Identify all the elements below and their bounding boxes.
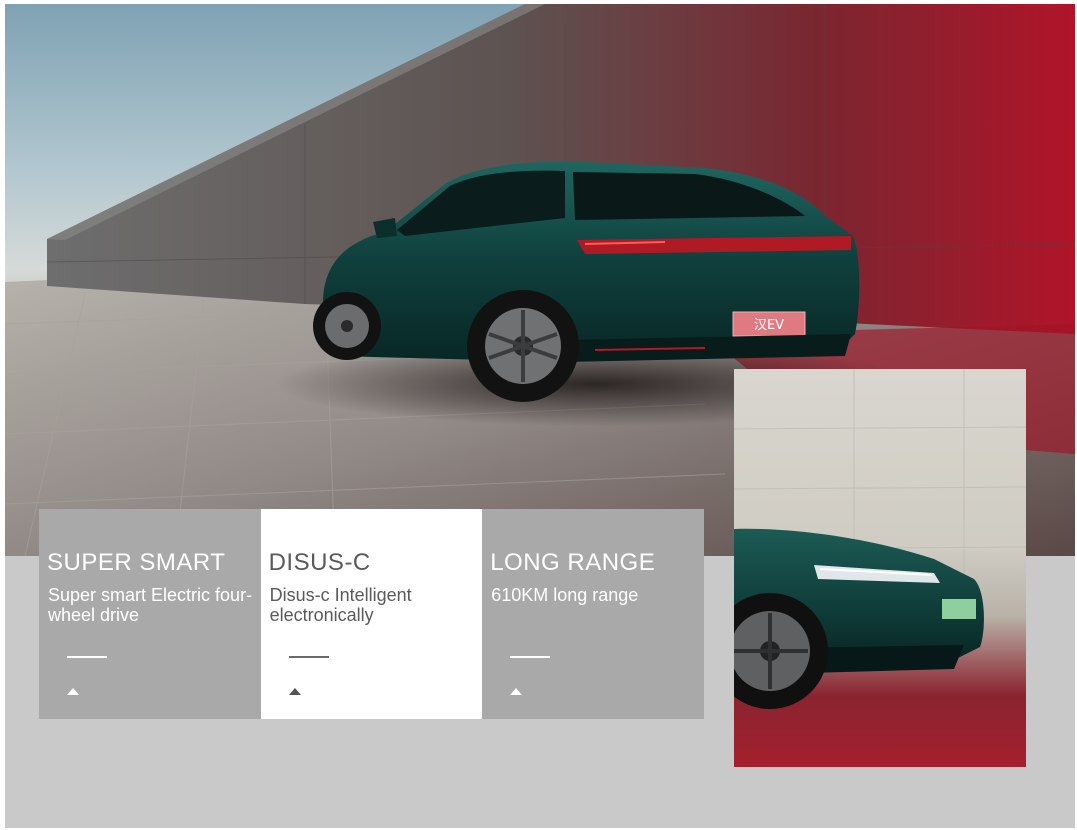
feature-card-desc: 610KM long range bbox=[491, 585, 639, 605]
feature-card-desc: Super smart Electric four-wheel drive bbox=[48, 585, 253, 625]
divider bbox=[67, 656, 107, 658]
page-frame: 汉EV SUPER SMART Super smart Electric fou… bbox=[5, 4, 1075, 828]
feature-cards: SUPER SMART Super smart Electric four-wh… bbox=[39, 509, 704, 719]
caret-up-icon bbox=[67, 688, 79, 695]
feature-card-desc: Disus-c Intelligent electronically bbox=[269, 585, 412, 625]
inset-scene bbox=[734, 369, 1026, 709]
divider bbox=[510, 656, 551, 658]
caret-up-icon bbox=[510, 688, 523, 695]
feature-card-disus-c[interactable]: DISUS-C Disus-c Intelligent electronical… bbox=[260, 509, 483, 719]
feature-card-long-range[interactable]: LONG RANGE 610KM long range bbox=[482, 509, 704, 719]
inset-image bbox=[734, 369, 1026, 767]
feature-card-super-smart[interactable]: SUPER SMART Super smart Electric four-wh… bbox=[39, 509, 261, 719]
feature-card-title: LONG RANGE bbox=[490, 549, 656, 576]
feature-card-title: DISUS-C bbox=[268, 549, 371, 576]
feature-card-title: SUPER SMART bbox=[47, 549, 226, 576]
divider bbox=[288, 656, 329, 658]
plate-text: 汉EV bbox=[754, 318, 784, 333]
caret-up-icon bbox=[288, 688, 301, 695]
